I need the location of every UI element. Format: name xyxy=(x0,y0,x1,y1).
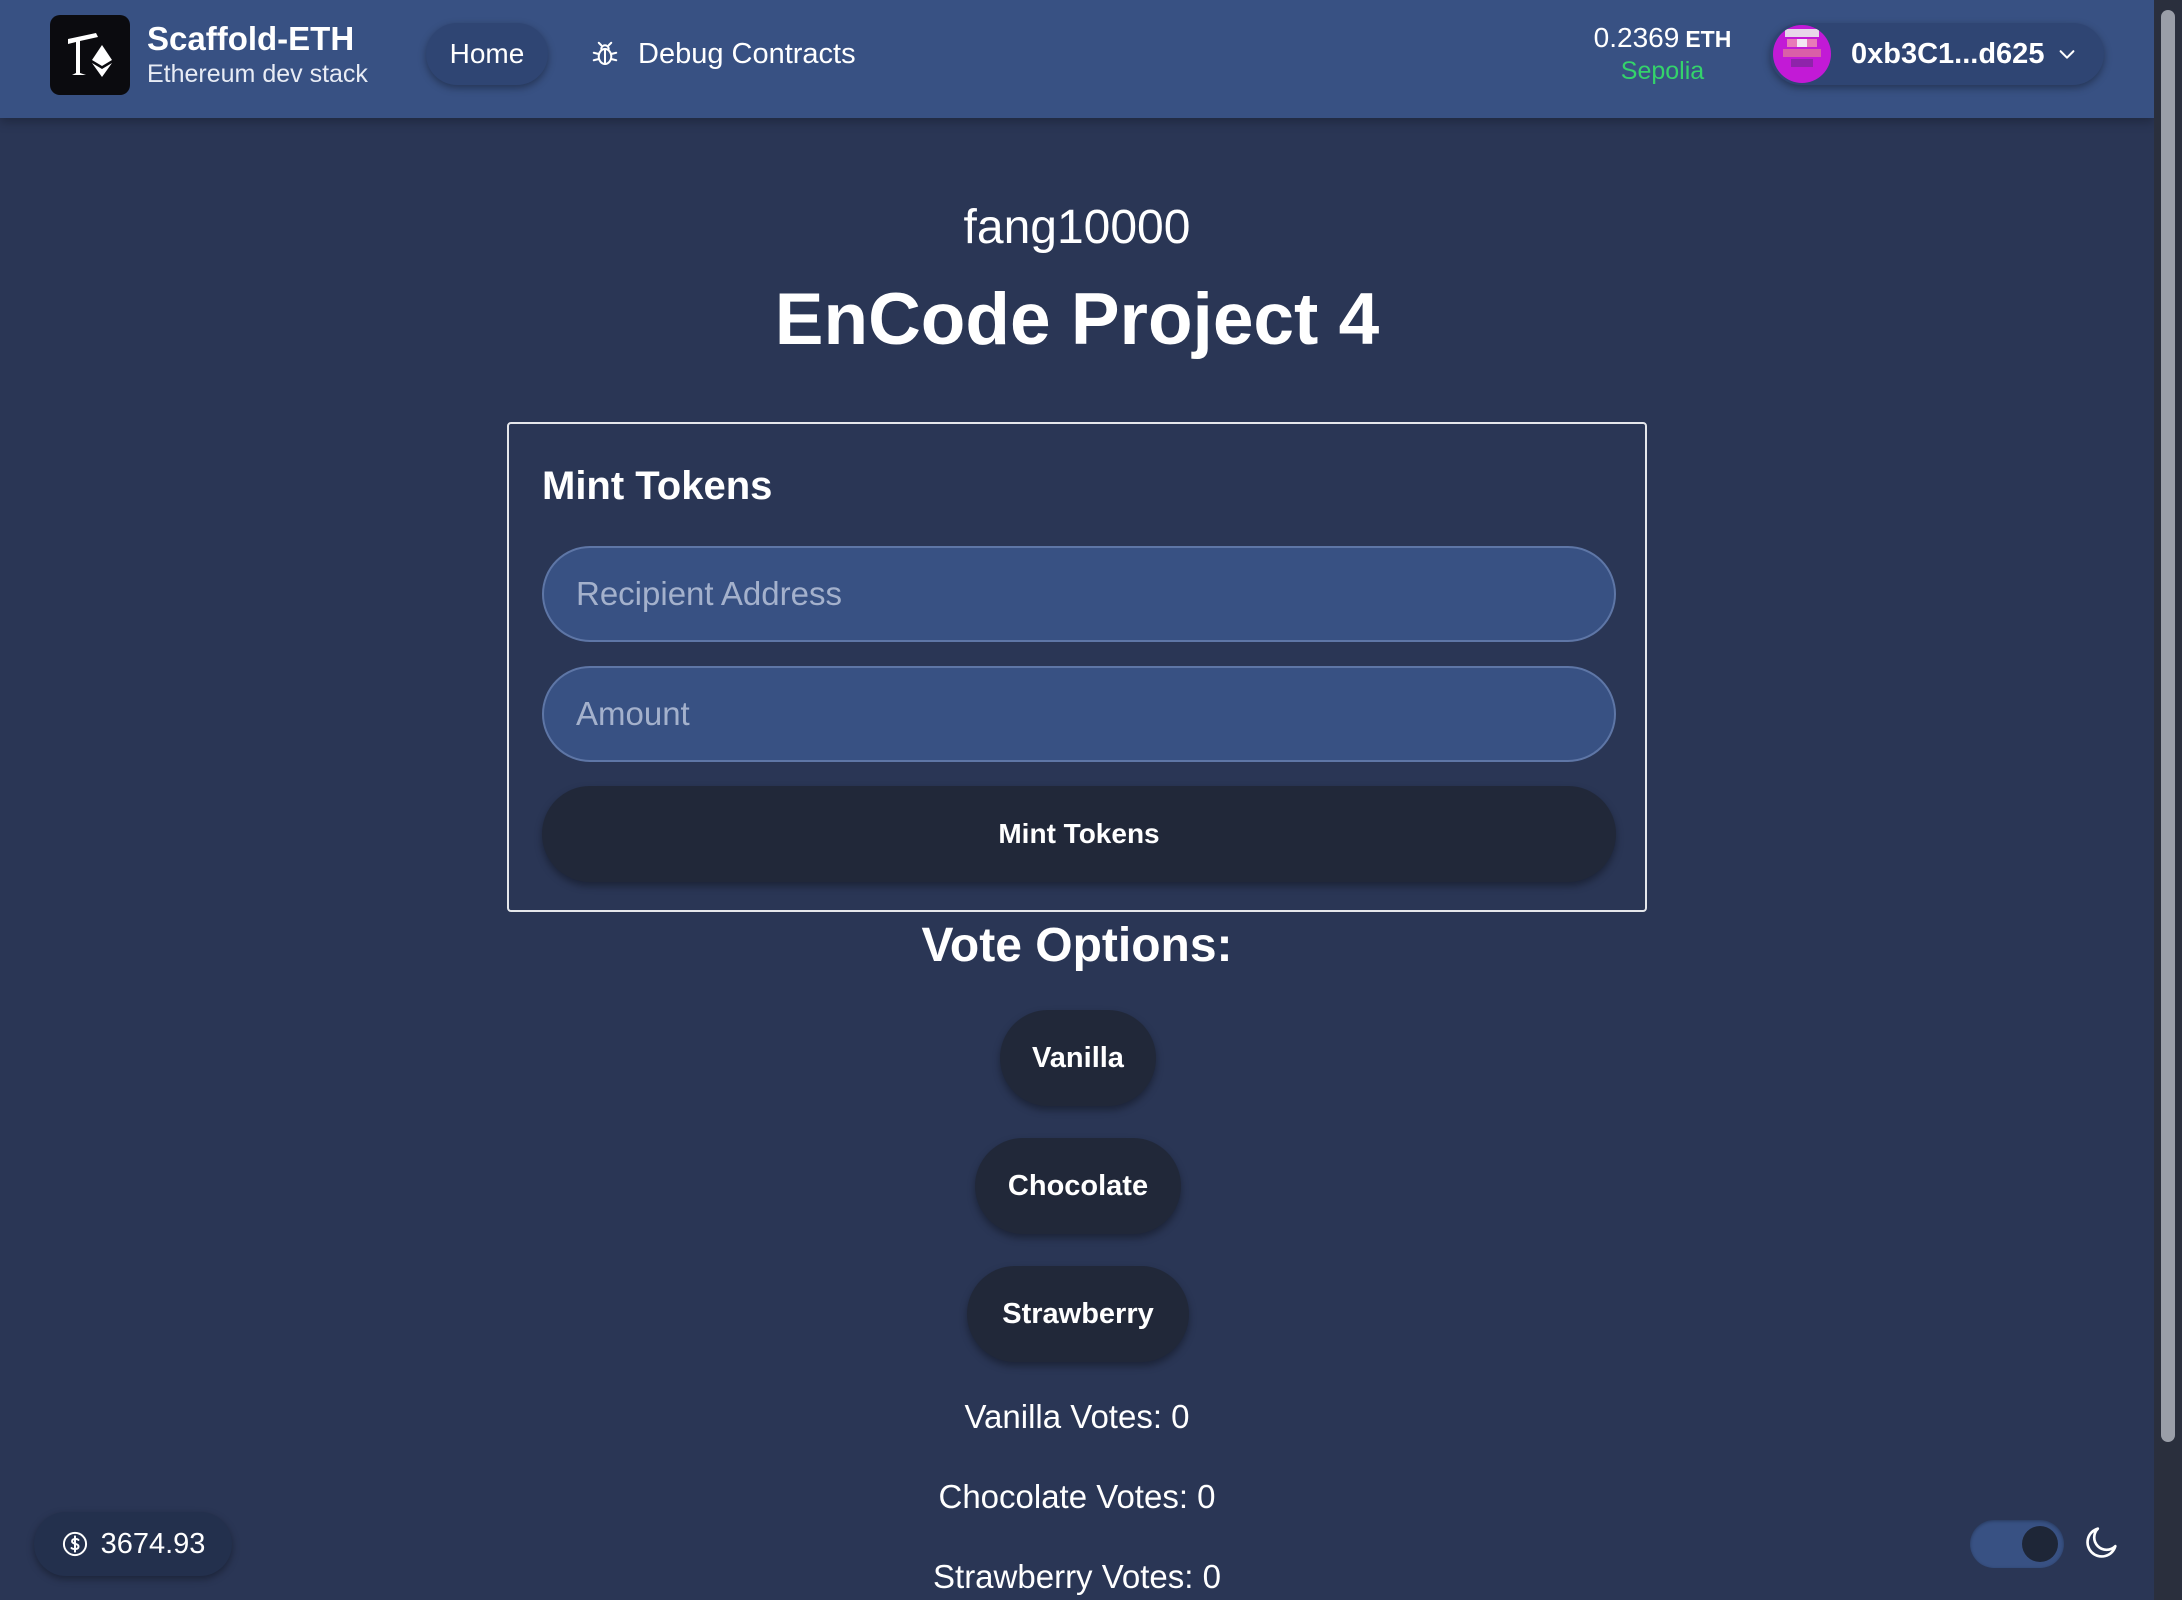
header: Scaffold-ETH Ethereum dev stack Home Deb… xyxy=(0,0,2154,118)
vanilla-votes-count: Vanilla Votes: 0 xyxy=(964,1398,1190,1435)
amount-input[interactable] xyxy=(542,666,1616,762)
recipient-address-input[interactable] xyxy=(542,546,1616,642)
mint-card-title: Mint Tokens xyxy=(542,464,773,508)
vote-strawberry-button[interactable]: Strawberry xyxy=(967,1266,1189,1362)
account-dropdown-button[interactable]: 0xb3C1...d625 xyxy=(1770,23,2104,85)
eth-balance: 0.2369 ETH Sepolia xyxy=(1580,20,1745,85)
account-address: 0xb3C1...d625 xyxy=(1851,37,2045,70)
brand-subtitle: Ethereum dev stack xyxy=(147,60,368,88)
page-title: EnCode Project 4 xyxy=(774,279,1380,360)
eth-price-badge[interactable]: 3674.93 xyxy=(34,1512,232,1576)
strawberry-votes-count: Strawberry Votes: 0 xyxy=(933,1558,1221,1595)
page: Scaffold-ETH Ethereum dev stack Home Deb… xyxy=(0,0,2182,1600)
theme-toggle[interactable] xyxy=(1970,1520,2064,1568)
balance-unit: ETH xyxy=(1685,26,1732,52)
dollar-circle-icon xyxy=(61,1530,89,1558)
moon-icon xyxy=(2082,1522,2122,1567)
vote-vanilla-button[interactable]: Vanilla xyxy=(1000,1010,1156,1106)
brand-title: Scaffold-ETH xyxy=(147,20,355,57)
mint-tokens-button[interactable]: Mint Tokens xyxy=(542,786,1616,882)
network-name: Sepolia xyxy=(1620,57,1705,85)
vote-chocolate-button[interactable]: Chocolate xyxy=(975,1138,1181,1234)
page-subtitle: fang10000 xyxy=(963,201,1191,254)
nav-debug-label: Debug Contracts xyxy=(638,37,856,70)
chevron-down-icon xyxy=(2056,43,2078,65)
avatar xyxy=(1773,25,1831,83)
brand-link[interactable]: Scaffold-ETH Ethereum dev stack xyxy=(50,15,368,95)
nav-home-link[interactable]: Home xyxy=(426,23,548,85)
balance-amount: 0.2369 xyxy=(1593,22,1680,53)
nav-debug-contracts-link[interactable]: Debug Contracts xyxy=(590,23,856,85)
eth-price-value: 3674.93 xyxy=(100,1527,206,1560)
vote-options-heading: Vote Options: xyxy=(921,919,1233,972)
theme-toggle-knob xyxy=(2022,1526,2058,1562)
chocolate-votes-count: Chocolate Votes: 0 xyxy=(938,1478,1216,1515)
bug-icon xyxy=(590,39,620,69)
brand-text: Scaffold-ETH Ethereum dev stack xyxy=(147,20,368,90)
balance-amount-row: 0.2369 ETH xyxy=(1580,20,1745,57)
mint-tokens-card: Mint Tokens Mint Tokens xyxy=(507,422,1647,912)
scaffold-eth-logo-icon xyxy=(50,15,130,95)
scrollbar-thumb[interactable] xyxy=(2161,10,2175,1442)
